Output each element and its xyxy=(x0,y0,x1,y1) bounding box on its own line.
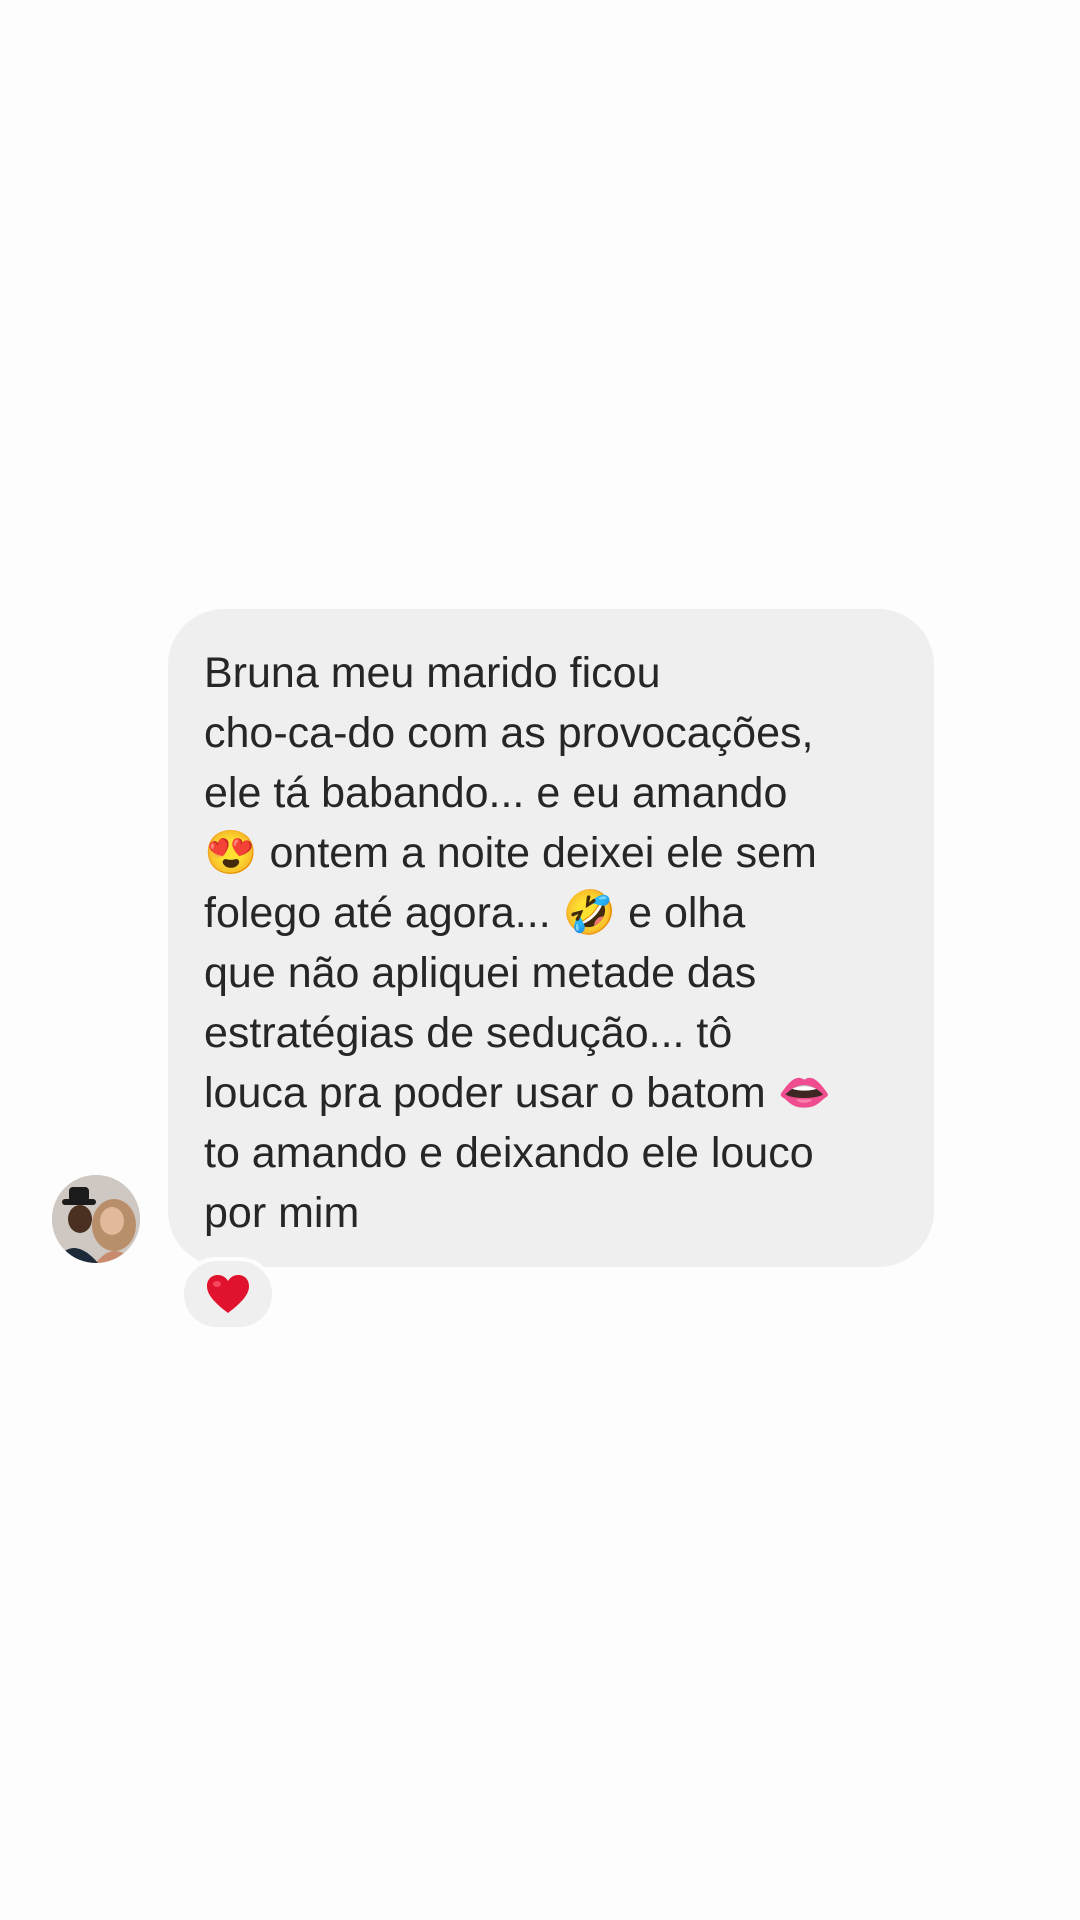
message-line: ele tá babando... e eu amando xyxy=(204,769,788,817)
reaction-badge[interactable] xyxy=(180,1257,276,1331)
message-bubble[interactable]: Bruna meu marido ficou cho-ca-do com as … xyxy=(168,609,934,1267)
message-line: Bruna meu marido ficou xyxy=(204,649,661,697)
sender-avatar[interactable] xyxy=(52,1175,140,1263)
message-line: to amando e deixando ele louco xyxy=(204,1129,814,1177)
message-line: 😍 ontem a noite deixei ele sem xyxy=(204,829,817,877)
message-line: louca pra poder usar o batom 👄 xyxy=(204,1069,832,1117)
message-line: folego até agora... 🤣 e olha xyxy=(204,889,746,937)
heart-icon xyxy=(207,1275,249,1313)
message-line: que não apliquei metade das xyxy=(204,949,757,997)
chat-screen: Bruna meu marido ficou cho-ca-do com as … xyxy=(0,0,1080,1920)
message-line: cho-ca-do com as provocações, xyxy=(204,709,814,757)
message-line: estratégias de sedução... tô xyxy=(204,1009,733,1057)
avatar-photo-icon xyxy=(52,1175,140,1263)
message-line: por mim xyxy=(204,1189,360,1237)
